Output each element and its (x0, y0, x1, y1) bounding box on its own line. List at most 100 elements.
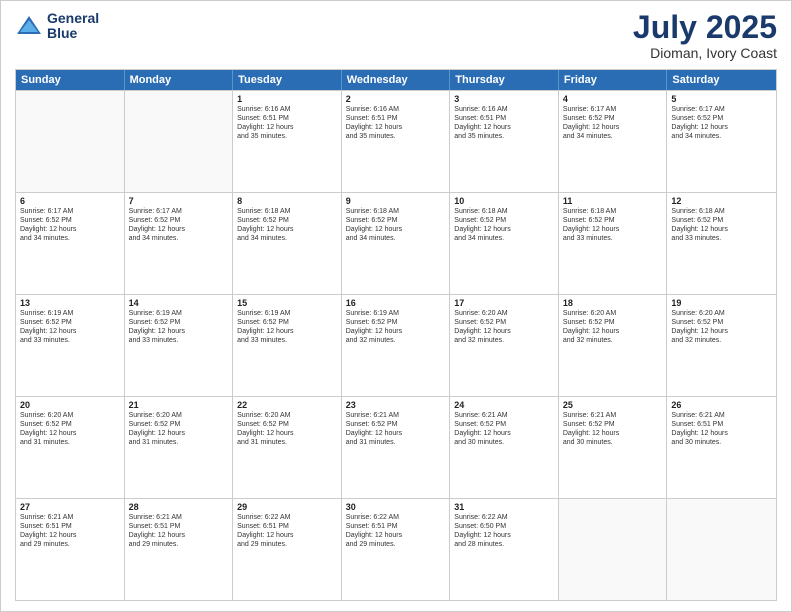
calendar-cell: 10Sunrise: 6:18 AM Sunset: 6:52 PM Dayli… (450, 193, 559, 294)
cell-info-text: Sunrise: 6:18 AM Sunset: 6:52 PM Dayligh… (563, 207, 663, 243)
cell-date-number: 8 (237, 196, 337, 206)
calendar-cell: 7Sunrise: 6:17 AM Sunset: 6:52 PM Daylig… (125, 193, 234, 294)
cell-info-text: Sunrise: 6:18 AM Sunset: 6:52 PM Dayligh… (346, 207, 446, 243)
calendar-header: SundayMondayTuesdayWednesdayThursdayFrid… (16, 70, 776, 90)
calendar-cell: 25Sunrise: 6:21 AM Sunset: 6:52 PM Dayli… (559, 397, 668, 498)
calendar-cell: 5Sunrise: 6:17 AM Sunset: 6:52 PM Daylig… (667, 91, 776, 192)
logo: General Blue (15, 11, 99, 42)
calendar-cell: 1Sunrise: 6:16 AM Sunset: 6:51 PM Daylig… (233, 91, 342, 192)
cell-date-number: 13 (20, 298, 120, 308)
cell-date-number: 18 (563, 298, 663, 308)
cell-info-text: Sunrise: 6:21 AM Sunset: 6:52 PM Dayligh… (346, 411, 446, 447)
calendar-week: 13Sunrise: 6:19 AM Sunset: 6:52 PM Dayli… (16, 294, 776, 396)
calendar-cell: 30Sunrise: 6:22 AM Sunset: 6:51 PM Dayli… (342, 499, 451, 600)
cell-info-text: Sunrise: 6:21 AM Sunset: 6:52 PM Dayligh… (563, 411, 663, 447)
cell-date-number: 27 (20, 502, 120, 512)
calendar-cell: 17Sunrise: 6:20 AM Sunset: 6:52 PM Dayli… (450, 295, 559, 396)
cell-info-text: Sunrise: 6:20 AM Sunset: 6:52 PM Dayligh… (20, 411, 120, 447)
calendar-cell (667, 499, 776, 600)
cell-info-text: Sunrise: 6:18 AM Sunset: 6:52 PM Dayligh… (237, 207, 337, 243)
cell-date-number: 29 (237, 502, 337, 512)
cell-date-number: 7 (129, 196, 229, 206)
calendar-cell: 18Sunrise: 6:20 AM Sunset: 6:52 PM Dayli… (559, 295, 668, 396)
calendar-cell: 9Sunrise: 6:18 AM Sunset: 6:52 PM Daylig… (342, 193, 451, 294)
calendar-cell: 27Sunrise: 6:21 AM Sunset: 6:51 PM Dayli… (16, 499, 125, 600)
cell-date-number: 28 (129, 502, 229, 512)
weekday-header: Tuesday (233, 70, 342, 90)
calendar-cell: 13Sunrise: 6:19 AM Sunset: 6:52 PM Dayli… (16, 295, 125, 396)
weekday-header: Monday (125, 70, 234, 90)
calendar-cell (16, 91, 125, 192)
cell-date-number: 19 (671, 298, 772, 308)
calendar-cell: 31Sunrise: 6:22 AM Sunset: 6:50 PM Dayli… (450, 499, 559, 600)
calendar-cell: 2Sunrise: 6:16 AM Sunset: 6:51 PM Daylig… (342, 91, 451, 192)
cell-date-number: 30 (346, 502, 446, 512)
title-block: July 2025 Dioman, Ivory Coast (633, 11, 777, 61)
cell-info-text: Sunrise: 6:17 AM Sunset: 6:52 PM Dayligh… (20, 207, 120, 243)
calendar-cell: 26Sunrise: 6:21 AM Sunset: 6:51 PM Dayli… (667, 397, 776, 498)
cell-date-number: 24 (454, 400, 554, 410)
calendar-week: 1 Sunrise: 6:16 AM Sunset: 6:51 PM Daylig… (16, 90, 776, 192)
cell-info-text: Sunrise: 6:20 AM Sunset: 6:52 PM Dayligh… (454, 309, 554, 345)
cell-date-number: 16 (346, 298, 446, 308)
weekday-header: Saturday (667, 70, 776, 90)
weekday-header: Wednesday (342, 70, 451, 90)
cell-date-number: 4 (563, 94, 663, 104)
calendar-cell: 20Sunrise: 6:20 AM Sunset: 6:52 PM Dayli… (16, 397, 125, 498)
calendar-cell: 24Sunrise: 6:21 AM Sunset: 6:52 PM Dayli… (450, 397, 559, 498)
cell-info-text: Sunrise: 6:18 AM Sunset: 6:52 PM Dayligh… (454, 207, 554, 243)
calendar-cell: 14Sunrise: 6:19 AM Sunset: 6:52 PM Dayli… (125, 295, 234, 396)
cell-info-text: Sunrise: 6:17 AM Sunset: 6:52 PM Dayligh… (671, 105, 772, 141)
calendar-cell: 22Sunrise: 6:20 AM Sunset: 6:52 PM Dayli… (233, 397, 342, 498)
cell-date-number: 21 (129, 400, 229, 410)
cell-date-number: 1 (237, 94, 337, 104)
cell-info-text: Sunrise: 6:19 AM Sunset: 6:52 PM Dayligh… (20, 309, 120, 345)
calendar-cell: 19Sunrise: 6:20 AM Sunset: 6:52 PM Dayli… (667, 295, 776, 396)
calendar-cell: 23Sunrise: 6:21 AM Sunset: 6:52 PM Dayli… (342, 397, 451, 498)
header: General Blue July 2025 Dioman, Ivory Coa… (15, 11, 777, 61)
calendar-cell: 6Sunrise: 6:17 AM Sunset: 6:52 PM Daylig… (16, 193, 125, 294)
month-title: July 2025 (633, 11, 777, 43)
cell-date-number: 14 (129, 298, 229, 308)
calendar-cell: 3Sunrise: 6:16 AM Sunset: 6:51 PM Daylig… (450, 91, 559, 192)
cell-date-number: 11 (563, 196, 663, 206)
cell-date-number: 9 (346, 196, 446, 206)
cell-info-text: Sunrise: 6:18 AM Sunset: 6:52 PM Dayligh… (671, 207, 772, 243)
page: General Blue July 2025 Dioman, Ivory Coa… (0, 0, 792, 612)
cell-date-number: 26 (671, 400, 772, 410)
cell-info-text: Sunrise: 6:20 AM Sunset: 6:52 PM Dayligh… (237, 411, 337, 447)
cell-date-number: 6 (20, 196, 120, 206)
calendar-cell: 11Sunrise: 6:18 AM Sunset: 6:52 PM Dayli… (559, 193, 668, 294)
calendar-cell (125, 91, 234, 192)
calendar-week: 20Sunrise: 6:20 AM Sunset: 6:52 PM Dayli… (16, 396, 776, 498)
calendar-week: 27Sunrise: 6:21 AM Sunset: 6:51 PM Dayli… (16, 498, 776, 600)
cell-date-number: 15 (237, 298, 337, 308)
calendar-cell: 21Sunrise: 6:20 AM Sunset: 6:52 PM Dayli… (125, 397, 234, 498)
calendar-cell: 8Sunrise: 6:18 AM Sunset: 6:52 PM Daylig… (233, 193, 342, 294)
cell-info-text: Sunrise: 6:16 AM Sunset: 6:51 PM Dayligh… (454, 105, 554, 141)
cell-info-text: Sunrise: 6:21 AM Sunset: 6:51 PM Dayligh… (671, 411, 772, 447)
weekday-header: Thursday (450, 70, 559, 90)
calendar: SundayMondayTuesdayWednesdayThursdayFrid… (15, 69, 777, 601)
cell-info-text: Sunrise: 6:17 AM Sunset: 6:52 PM Dayligh… (563, 105, 663, 141)
cell-date-number: 22 (237, 400, 337, 410)
cell-info-text: Sunrise: 6:20 AM Sunset: 6:52 PM Dayligh… (563, 309, 663, 345)
cell-info-text: Sunrise: 6:20 AM Sunset: 6:52 PM Dayligh… (129, 411, 229, 447)
cell-date-number: 10 (454, 196, 554, 206)
cell-info-text: Sunrise: 6:21 AM Sunset: 6:52 PM Dayligh… (454, 411, 554, 447)
cell-info-text: Sunrise: 6:22 AM Sunset: 6:50 PM Dayligh… (454, 513, 554, 549)
cell-info-text: Sunrise: 6:22 AM Sunset: 6:51 PM Dayligh… (237, 513, 337, 549)
cell-date-number: 3 (454, 94, 554, 104)
cell-info-text: Sunrise: 6:21 AM Sunset: 6:51 PM Dayligh… (20, 513, 120, 549)
cell-date-number: 5 (671, 94, 772, 104)
cell-info-text: Sunrise: 6:21 AM Sunset: 6:51 PM Dayligh… (129, 513, 229, 549)
weekday-header: Sunday (16, 70, 125, 90)
calendar-week: 6Sunrise: 6:17 AM Sunset: 6:52 PM Daylig… (16, 192, 776, 294)
logo-text: General Blue (47, 11, 99, 42)
cell-date-number: 25 (563, 400, 663, 410)
cell-info-text: Sunrise: 6:19 AM Sunset: 6:52 PM Dayligh… (129, 309, 229, 345)
cell-date-number: 31 (454, 502, 554, 512)
cell-date-number: 20 (20, 400, 120, 410)
cell-info-text: Sunrise: 6:16 AM Sunset: 6:51 PM Dayligh… (346, 105, 446, 141)
cell-info-text: Sunrise: 6:17 AM Sunset: 6:52 PM Dayligh… (129, 207, 229, 243)
